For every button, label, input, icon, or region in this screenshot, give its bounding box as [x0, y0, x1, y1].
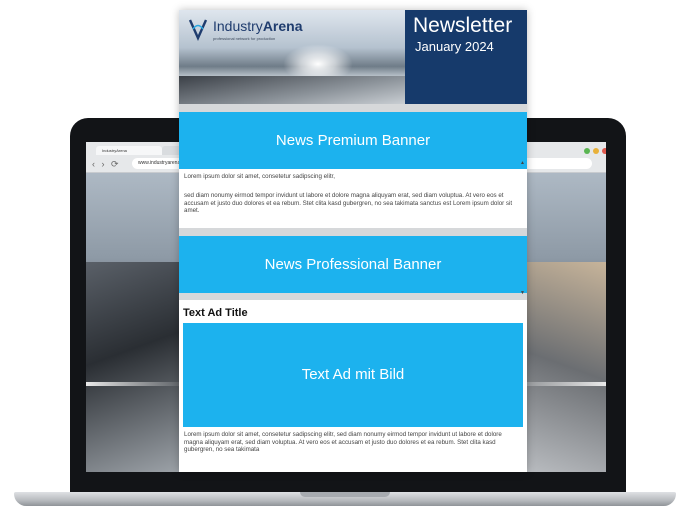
scroll-down-icon[interactable]: ▼ — [520, 290, 525, 296]
logo-brand-regular: Industry — [213, 18, 263, 34]
premium-banner[interactable]: News Premium Banner — [179, 112, 527, 169]
professional-banner[interactable]: News Professional Banner — [179, 236, 527, 293]
paragraph-long: sed diam nonumy eirmod tempor invidunt u… — [184, 192, 513, 215]
text-ad-title[interactable]: Text Ad Title — [183, 307, 248, 319]
header-photo: IndustryArena professional network for p… — [179, 10, 405, 104]
divider — [179, 104, 527, 112]
newsletter-date: January 2024 — [415, 39, 494, 54]
browser-nav-icons[interactable]: ‹ › ⟳ — [92, 159, 121, 170]
logo-mark-icon — [188, 19, 208, 41]
header-road — [179, 76, 405, 104]
logo-brand-bold: Arena — [262, 18, 303, 34]
logo-tagline: professional network for production — [213, 36, 276, 41]
logo-wordmark: IndustryArena — [213, 18, 303, 34]
newsletter-header: IndustryArena professional network for p… — [179, 10, 527, 104]
laptop-notch — [300, 492, 390, 497]
industryarena-logo[interactable]: IndustryArena professional network for p… — [187, 16, 317, 46]
window-maximize-icon[interactable] — [584, 148, 590, 154]
scroll-up-icon[interactable]: ▲ — [520, 160, 525, 166]
text-ad-body: Lorem ipsum dolor sit amet, consetetur s… — [184, 431, 502, 454]
newsletter-title-box: Newsletter January 2024 — [405, 10, 527, 104]
text-ad-image[interactable]: Text Ad mit Bild — [183, 323, 523, 427]
browser-tab[interactable]: IndustryArena — [96, 146, 162, 155]
divider — [179, 228, 527, 236]
newsletter-title: Newsletter — [413, 14, 513, 37]
window-minimize-icon[interactable] — [593, 148, 599, 154]
paragraph-short: Lorem ipsum dolor sit amet, consetetur s… — [184, 173, 335, 180]
divider — [179, 293, 527, 300]
newsletter-panel: IndustryArena professional network for p… — [179, 10, 527, 472]
window-close-icon[interactable] — [602, 148, 606, 154]
